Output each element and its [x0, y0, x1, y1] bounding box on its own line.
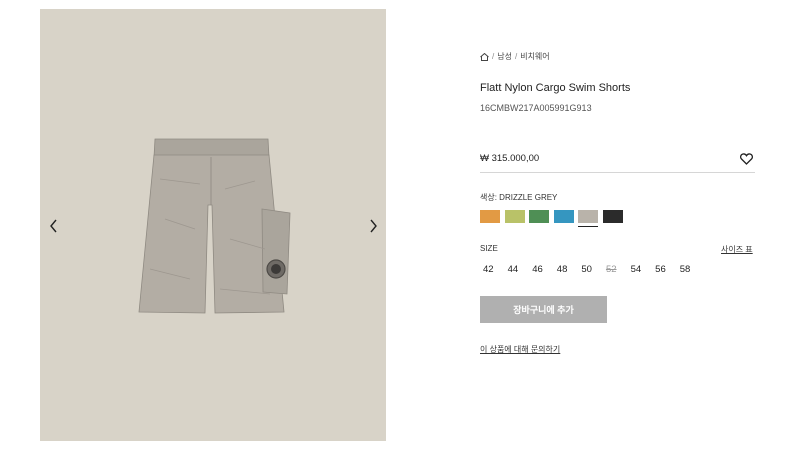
wishlist-button[interactable]: [740, 152, 754, 166]
color-label: 색상: DRIZZLE GREY: [480, 193, 558, 202]
breadcrumb-item-beachwear[interactable]: 비치웨어: [520, 51, 549, 62]
color-swatches: [480, 210, 623, 227]
size-option[interactable]: 52: [606, 264, 631, 275]
color-swatch[interactable]: [504, 210, 525, 223]
size-options: 42 44 46 48 50 52 54 56 58: [483, 264, 704, 275]
color-swatch[interactable]: [529, 210, 549, 223]
product-image: [40, 9, 386, 441]
size-guide-link[interactable]: 사이즈 표: [721, 244, 753, 255]
add-to-cart-button[interactable]: 장바구니에 추가: [480, 296, 607, 323]
size-option[interactable]: 56: [655, 264, 680, 275]
color-swatch[interactable]: [553, 210, 574, 223]
gallery-prev-button[interactable]: [44, 216, 64, 236]
breadcrumb-item-men[interactable]: 남성: [497, 51, 512, 62]
home-icon[interactable]: [480, 52, 489, 61]
size-option[interactable]: 48: [557, 264, 582, 275]
size-option[interactable]: 54: [631, 264, 656, 275]
heart-icon: [740, 153, 753, 165]
price-row: ₩ 315.000,00: [480, 152, 755, 173]
size-option[interactable]: 46: [532, 264, 557, 275]
breadcrumb-separator: /: [514, 52, 518, 61]
product-title: Flatt Nylon Cargo Swim Shorts: [480, 82, 631, 94]
product-inquiry-link[interactable]: 이 상품에 대해 문의하기: [480, 344, 560, 355]
product-price: ₩ 315.000,00: [480, 153, 540, 164]
breadcrumb-separator: /: [492, 52, 495, 61]
color-swatch[interactable]: [578, 210, 598, 227]
chevron-right-icon: [370, 219, 377, 233]
product-sku: 16CMBW217A005991G913: [480, 103, 592, 113]
size-option[interactable]: 42: [483, 264, 508, 275]
size-option[interactable]: 58: [680, 264, 705, 275]
color-swatch[interactable]: [480, 210, 500, 223]
size-option[interactable]: 44: [508, 264, 533, 275]
color-swatch[interactable]: [602, 210, 623, 223]
gallery-next-button[interactable]: [363, 216, 383, 236]
chevron-left-icon: [50, 219, 57, 233]
breadcrumb: / 남성 / 비치웨어: [480, 51, 550, 62]
size-label: SIZE: [480, 244, 498, 253]
size-option[interactable]: 50: [581, 264, 606, 275]
product-gallery: [40, 9, 386, 441]
